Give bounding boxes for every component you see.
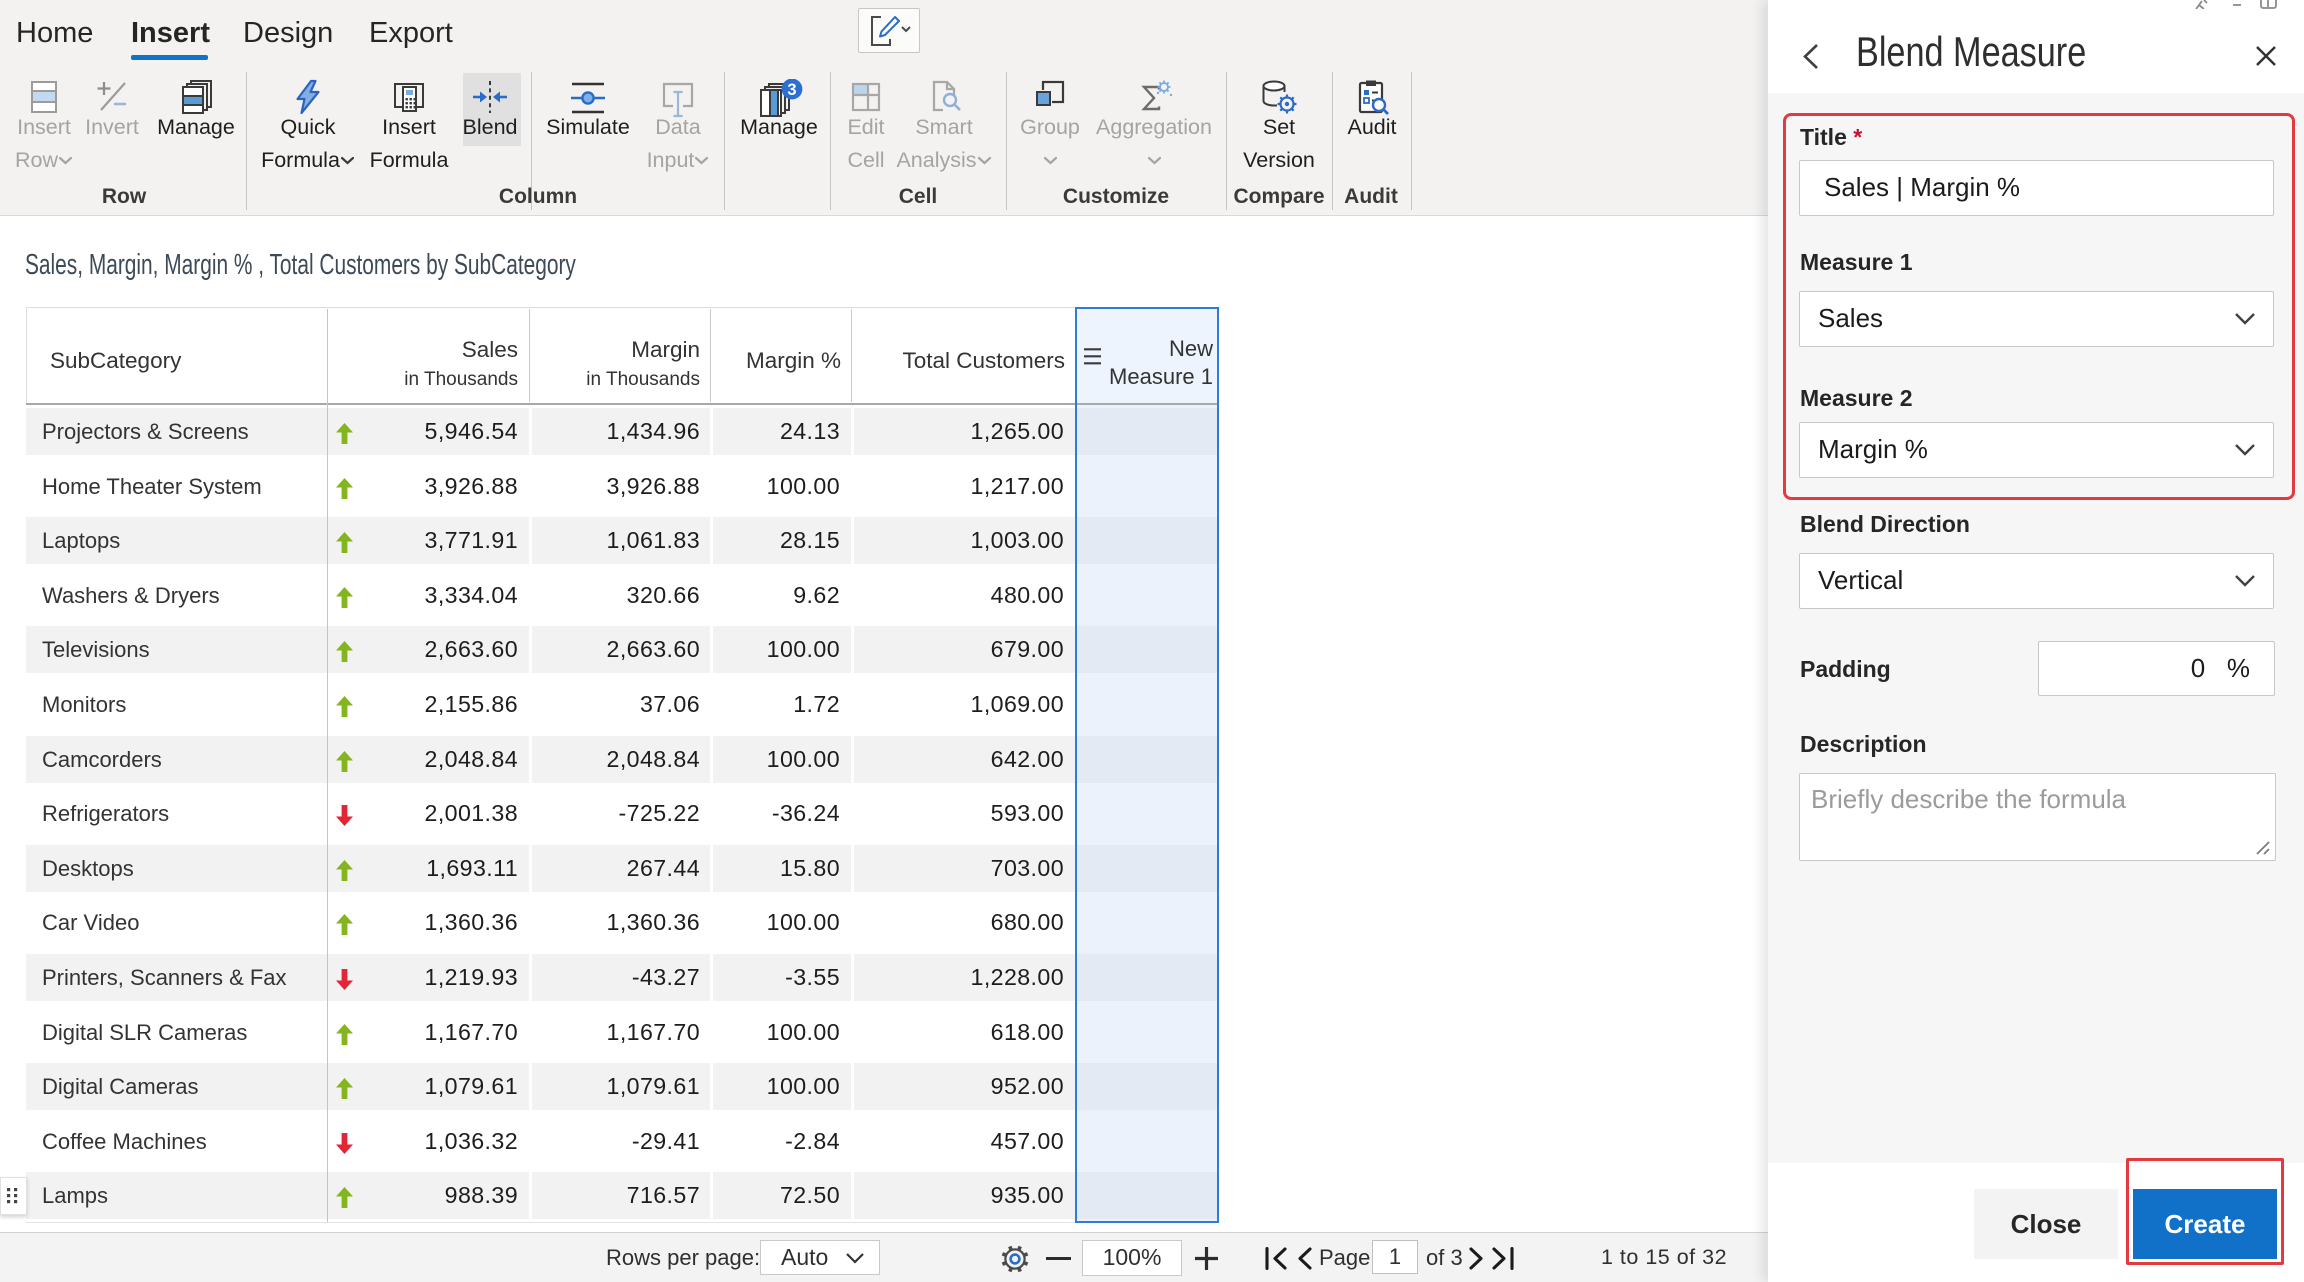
svg-text:3: 3 — [787, 81, 796, 99]
